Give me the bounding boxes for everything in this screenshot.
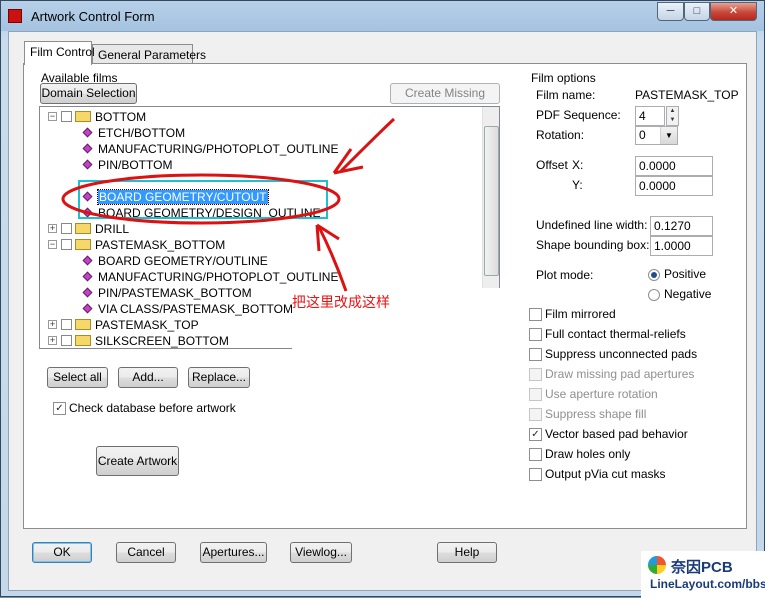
annotation-overlay: [61, 117, 396, 292]
annotation-arrow-up: [339, 117, 396, 173]
tab-film-control[interactable]: Film Control: [24, 41, 95, 65]
watermark-logo: 奈因PCB LineLayout.com/bbs: [641, 551, 765, 598]
artwork-control-window: Artwork Control Form ─ □ ✕ Film Control …: [0, 0, 765, 598]
annotation-red-ellipse: [61, 173, 341, 225]
annotation-cyan-box: [78, 180, 328, 219]
logo-mark-icon: [648, 556, 666, 574]
